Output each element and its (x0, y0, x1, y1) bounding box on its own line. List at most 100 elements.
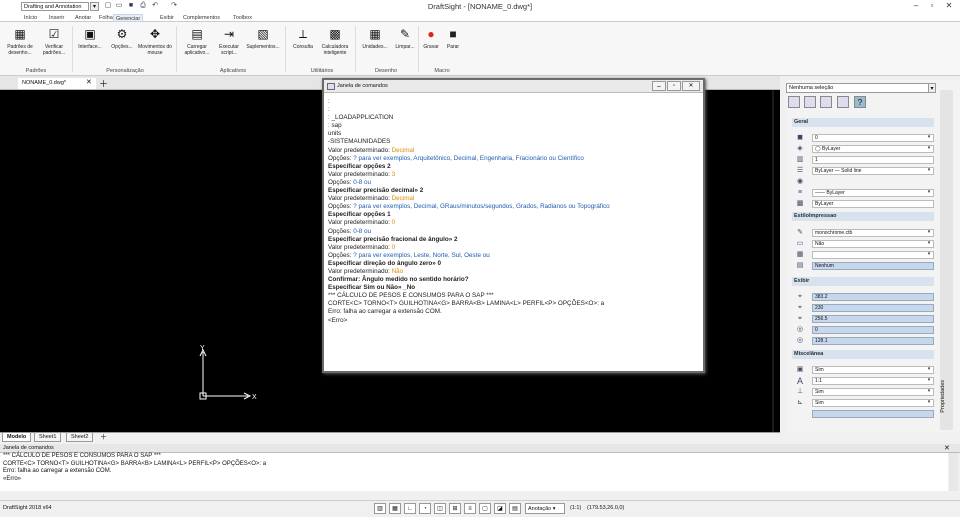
tab-inicio[interactable]: Início (24, 14, 37, 22)
load-app-button[interactable]: ▤ Carregar aplicativo... (180, 24, 214, 66)
section-exibir[interactable]: Exibir (792, 277, 934, 286)
dynamic-input-icon[interactable]: ◪ (494, 503, 506, 514)
polar-icon[interactable]: ◔ (419, 503, 431, 514)
prop-lineweight[interactable]: ≡ —— ByLayer ▾ (792, 188, 934, 198)
command-window-line: units (328, 130, 342, 138)
height-icon: ◎ (796, 326, 804, 333)
add-tab-icon[interactable]: ＋ (99, 77, 108, 90)
prop-scale[interactable]: ▥ 1 (792, 155, 934, 165)
grid-icon[interactable]: ▦ (389, 503, 401, 514)
prop-layer[interactable]: ◈ ◯ ByLayer ▾ (792, 144, 934, 154)
prop-color[interactable]: ◼ 0 ▾ (792, 133, 934, 143)
svg-text:X: X (252, 394, 257, 401)
group-label-macro: Macro (434, 68, 450, 74)
plotstyle-icon: ✎ (797, 229, 803, 236)
close-icon[interactable]: ✕ (682, 81, 700, 91)
maximize-icon[interactable]: ▫ (926, 1, 938, 11)
prop-center-x[interactable]: ⌖ 383.2 (792, 292, 934, 302)
close-icon[interactable]: ✕ (944, 444, 950, 452)
prop-globe[interactable]: ◉ (792, 177, 934, 187)
command-history[interactable]: *** CÁLCULO DE PESOS E CONSUMOS PARA O S… (0, 453, 948, 491)
esnap-icon[interactable]: ◫ (434, 503, 446, 514)
chevron-down-icon[interactable]: ▾ (928, 83, 936, 93)
settings-icon[interactable] (837, 96, 849, 108)
smart-calculator-button[interactable]: ▩ Calculadora inteligente (318, 24, 352, 66)
etrack-icon[interactable]: ⊞ (449, 503, 461, 514)
tab-complementos[interactable]: Complementos (183, 14, 220, 22)
tab-gerenciar[interactable]: Gerenciar (113, 14, 144, 22)
prop-ucs-origin[interactable]: ⊥ Sim ▾ (792, 387, 934, 397)
standards-button[interactable]: ▦ Padrões de desenho... (3, 24, 37, 66)
command-panel-header: Janela de comandos (0, 444, 960, 453)
tab-sheet1[interactable]: Sheet1 (34, 433, 62, 442)
section-miscelanea[interactable]: Miscelânea (792, 350, 934, 359)
palette-icon: ▤ (796, 262, 804, 269)
units-button[interactable]: ▦ Unidades... (358, 24, 392, 66)
command-window-titlebar[interactable]: Janela de comandos (324, 80, 703, 93)
section-geral[interactable]: Geral (792, 118, 934, 127)
toggle-pickadd-icon[interactable] (820, 96, 832, 108)
add-sheet-icon[interactable]: ＋ (100, 432, 107, 442)
stop-macro-button[interactable]: ■ Parar (436, 24, 470, 66)
prop-center-y[interactable]: ⌖ 230 (792, 303, 934, 313)
prop-width[interactable]: ◎ 128.1 (792, 336, 934, 346)
close-icon[interactable]: ✕ (943, 1, 955, 11)
command-window-line: CORTE<C> TORNO<T> GUILHOTINA<G> BARRA<B>… (328, 300, 605, 308)
tab-sheet2[interactable]: Sheet2 (66, 433, 94, 442)
interface-icon: ▣ (84, 27, 96, 41)
select-objects-icon[interactable] (788, 96, 800, 108)
minimize-icon[interactable]: – (910, 1, 922, 11)
prop-table[interactable]: ▦ ▾ (792, 250, 934, 260)
tab-inserir[interactable]: Inserir (49, 14, 64, 22)
tab-folha[interactable]: Folha (99, 14, 113, 22)
layer-icon: ◈ (797, 145, 803, 152)
addins-button[interactable]: ▧ Suplementos... (246, 24, 280, 66)
prop-palette[interactable]: ▤ Nenhum (792, 261, 934, 271)
query-button[interactable]: ⟂ Consulta (286, 24, 320, 66)
annotation-dropdown[interactable]: Anotação ▾ (525, 503, 565, 514)
options-button[interactable]: ⚙ Opções... (105, 24, 139, 66)
prop-linetype[interactable]: ☰ ByLayer — Solid line ▾ (792, 166, 934, 176)
prop-center-z[interactable]: ⌖ 256.5 (792, 314, 934, 324)
load-app-icon: ▤ (191, 27, 203, 41)
prop-plot[interactable]: ▭ Não ▾ (792, 239, 934, 249)
ortho-icon[interactable]: ∟ (404, 503, 416, 514)
help-icon[interactable]: ? (854, 96, 866, 108)
scrollbar[interactable] (949, 453, 958, 491)
tab-exibir[interactable]: Exibir (160, 14, 174, 22)
section-estiloimpressao[interactable]: EstiloImpressao (792, 212, 934, 221)
check-standards-button[interactable]: ☑ Verificar padrões... (37, 24, 71, 66)
prop-ucs-icon[interactable]: ▣ Sim ▾ (792, 365, 934, 375)
tab-toolbox[interactable]: Toolbox (233, 14, 252, 22)
sheet-tab-bar (0, 432, 780, 442)
lineweight-toggle-icon[interactable]: ≡ (464, 503, 476, 514)
maximize-icon[interactable]: ▫ (667, 81, 681, 91)
prop-transparency[interactable]: ▩ ByLayer (792, 199, 934, 209)
prop-annotation-scale[interactable]: A 1:1 ▾ (792, 376, 934, 386)
interface-button[interactable]: ▣ Interface... (73, 24, 107, 66)
prop-plotstyle[interactable]: ✎ monochrome.ctb ▾ (792, 228, 934, 238)
minimize-icon[interactable]: – (652, 81, 666, 91)
mouse-gestures-button[interactable]: ✥ Movimentos do mouse (138, 24, 172, 66)
prop-blank[interactable] (792, 409, 934, 419)
command-window[interactable]: Janela de comandos – ▫ ✕ ::: _LOADAPPLIC… (322, 78, 705, 373)
group-label-padroes: Padrões (25, 68, 47, 74)
model-icon[interactable]: ▢ (479, 503, 491, 514)
center-y-icon: ⌖ (798, 304, 802, 311)
tab-anotar[interactable]: Anotar (75, 14, 91, 22)
command-window-history[interactable]: ::: _LOADAPPLICATION: sap units -SISTEMAUN… (328, 98, 699, 358)
properties-side-label: Propriedades (940, 380, 946, 413)
prop-ucs-per-viewport[interactable]: ⊾ Sim ▾ (792, 398, 934, 408)
run-script-button[interactable]: ⇥ Executar script... (212, 24, 246, 66)
command-line: *** CÁLCULO DE PESOS E CONSUMOS PARA O S… (3, 453, 161, 459)
quick-input-icon[interactable]: ▤ (509, 503, 521, 514)
lineweight-icon: ≡ (797, 189, 803, 196)
snap-icon[interactable]: ▥ (374, 503, 386, 514)
tab-modelo[interactable]: Modelo (2, 433, 32, 442)
command-window-line: Valor predeterminado: 3 (328, 170, 396, 178)
prop-height[interactable]: ◎ 0 (792, 325, 934, 335)
document-tab[interactable]: NONAME_0.dwg* (18, 78, 96, 89)
quick-select-icon[interactable] (804, 96, 816, 108)
selection-dropdown[interactable]: Nenhuma seleção (786, 83, 936, 93)
close-tab-icon[interactable]: ✕ (86, 78, 92, 86)
